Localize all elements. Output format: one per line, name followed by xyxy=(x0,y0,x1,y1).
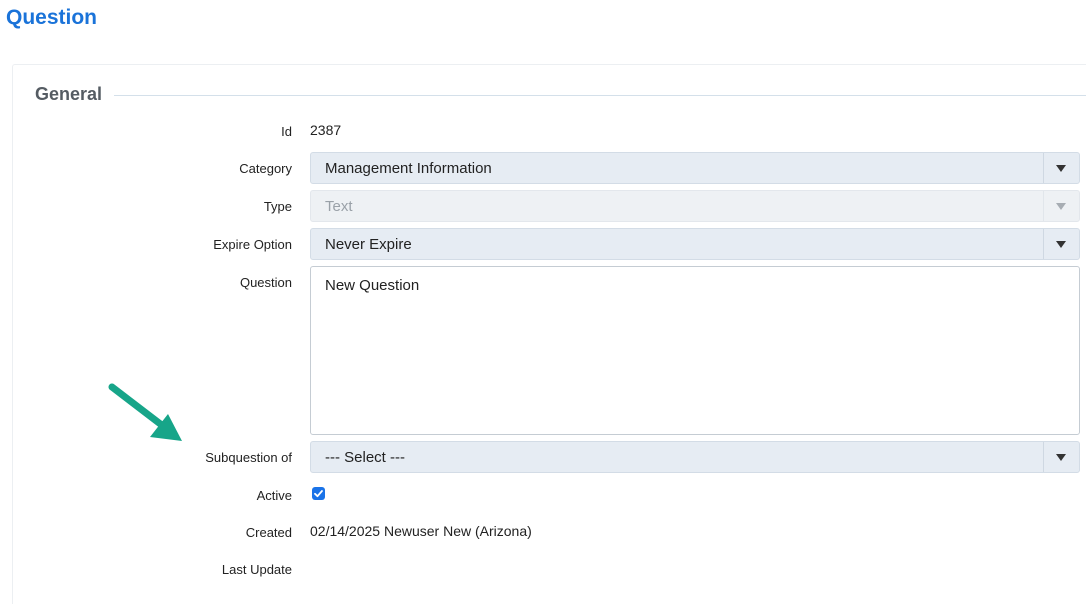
expire-option-select-value: Never Expire xyxy=(325,236,412,253)
page-title: Question xyxy=(6,6,98,29)
section-legend: General xyxy=(35,84,103,104)
chevron-down-icon[interactable] xyxy=(1056,165,1066,172)
select-divider xyxy=(1043,153,1044,183)
type-select: Text xyxy=(310,190,1080,222)
expire-option-label: Expire Option xyxy=(213,237,292,252)
expire-option-select[interactable]: Never Expire xyxy=(310,228,1080,260)
id-label: Id xyxy=(281,124,292,139)
subquestion-label: Subquestion of xyxy=(205,450,292,465)
created-value: 02/14/2025 Newuser New (Arizona) xyxy=(310,523,532,539)
subquestion-select[interactable]: --- Select --- xyxy=(310,441,1080,473)
question-text: New Question xyxy=(325,277,420,294)
last-update-label: Last Update xyxy=(221,562,292,577)
chevron-down-icon[interactable] xyxy=(1056,454,1066,461)
type-label: Type xyxy=(263,199,292,214)
checkmark-icon xyxy=(314,490,323,498)
select-divider xyxy=(1043,442,1044,472)
type-select-value: Text xyxy=(325,198,353,215)
chevron-down-icon xyxy=(1056,203,1066,210)
select-divider xyxy=(1043,191,1044,221)
legend-divider xyxy=(114,95,1086,96)
select-divider xyxy=(1043,229,1044,259)
active-checkbox[interactable] xyxy=(312,487,325,500)
category-select[interactable]: Management Information xyxy=(310,152,1080,184)
arrow-icon xyxy=(108,383,182,441)
active-label: Active xyxy=(256,488,292,503)
chevron-down-icon[interactable] xyxy=(1056,241,1066,248)
subquestion-select-value: --- Select --- xyxy=(325,449,405,466)
category-label: Category xyxy=(239,161,292,176)
category-select-value: Management Information xyxy=(325,160,492,177)
id-value: 2387 xyxy=(310,122,342,138)
created-label: Created xyxy=(245,525,292,540)
question-label: Question xyxy=(239,275,292,290)
question-textarea[interactable]: New Question xyxy=(310,266,1080,435)
